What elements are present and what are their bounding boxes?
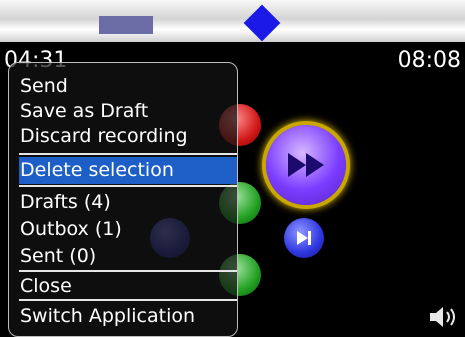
context-menu: Send Save as Draft Discard recording Del… bbox=[8, 62, 238, 337]
menu-item-sent[interactable]: Sent (0) bbox=[19, 243, 231, 270]
selection-range[interactable] bbox=[99, 16, 153, 34]
next-track-icon bbox=[297, 231, 311, 245]
menu-item-label: Save as Draft bbox=[20, 100, 149, 122]
menu-item-switch-application[interactable]: Switch Application bbox=[19, 303, 231, 330]
menu-item-label: Drafts (4) bbox=[20, 191, 111, 213]
menu-item-discard-recording[interactable]: Discard recording bbox=[19, 123, 231, 150]
menu-item-save-as-draft[interactable]: Save as Draft bbox=[19, 98, 231, 125]
menu-divider bbox=[19, 185, 237, 187]
progress-bar[interactable] bbox=[0, 0, 465, 42]
next-button[interactable] bbox=[284, 218, 324, 258]
diamond-scrubber-icon[interactable] bbox=[243, 4, 281, 42]
menu-divider bbox=[19, 299, 237, 301]
menu-item-drafts[interactable]: Drafts (4) bbox=[19, 189, 231, 216]
menu-item-label: Close bbox=[20, 275, 72, 297]
menu-divider bbox=[19, 153, 237, 155]
menu-item-label: Switch Application bbox=[20, 305, 196, 327]
speaker-icon[interactable] bbox=[428, 305, 460, 329]
menu-item-label: Discard recording bbox=[20, 125, 188, 147]
fast-forward-button[interactable] bbox=[266, 125, 346, 205]
fast-forward-icon bbox=[288, 153, 324, 177]
menu-item-label: Delete selection bbox=[20, 159, 174, 181]
menu-item-label: Outbox (1) bbox=[20, 218, 122, 240]
menu-item-delete-selection[interactable]: Delete selection bbox=[19, 157, 237, 184]
menu-item-send[interactable]: Send bbox=[19, 73, 231, 100]
menu-item-outbox[interactable]: Outbox (1) bbox=[19, 216, 231, 243]
menu-item-label: Sent (0) bbox=[20, 245, 97, 267]
menu-divider bbox=[19, 270, 237, 272]
menu-item-close[interactable]: Close bbox=[19, 273, 231, 300]
menu-item-label: Send bbox=[20, 75, 68, 97]
total-time: 08:08 bbox=[397, 48, 461, 73]
